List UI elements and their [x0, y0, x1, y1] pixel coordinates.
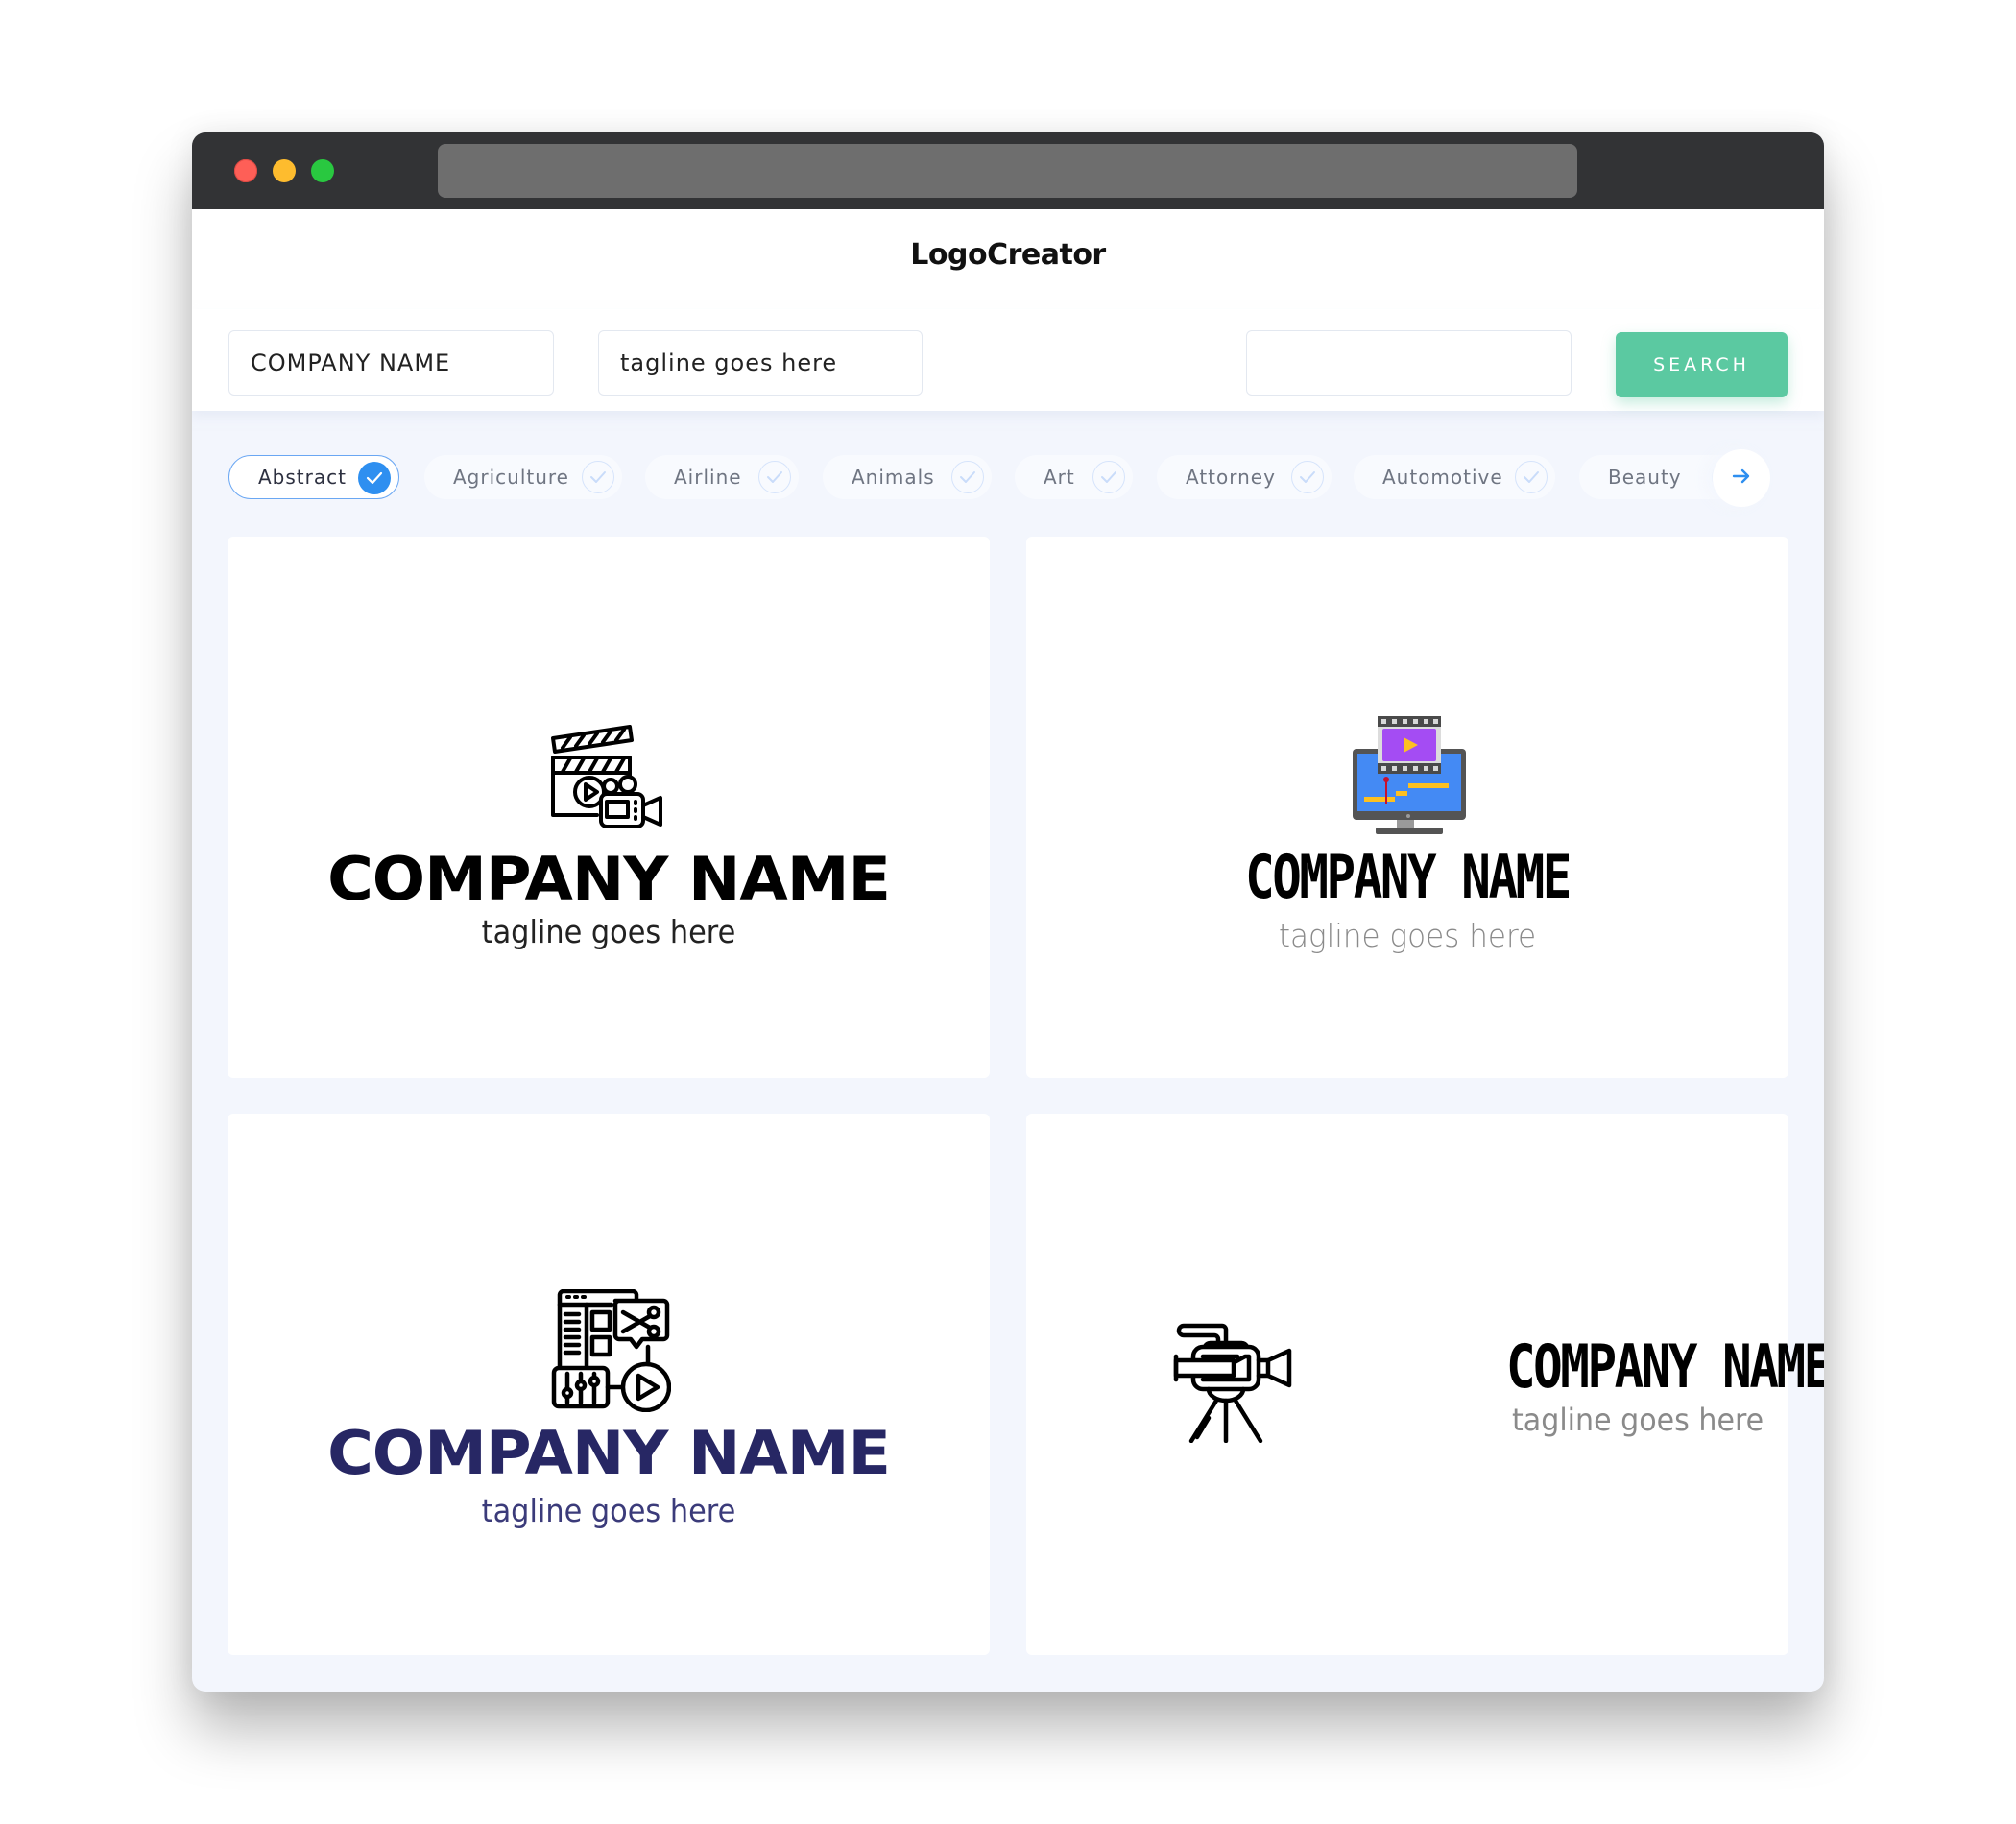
- category-label: Automotive: [1382, 466, 1503, 489]
- arrow-right-icon: [1732, 468, 1751, 488]
- tagline-input[interactable]: [598, 330, 923, 396]
- logo-company-name: COMPANY NAME: [1506, 1332, 1824, 1402]
- category-label: Attorney: [1186, 466, 1276, 489]
- search-button[interactable]: SEARCH: [1616, 332, 1788, 397]
- category-chip-airline[interactable]: Airline: [645, 455, 799, 499]
- close-window-button[interactable]: [234, 159, 257, 182]
- checkmark-icon: [758, 461, 791, 493]
- maximize-window-button[interactable]: [311, 159, 334, 182]
- category-label: Animals: [852, 466, 935, 489]
- category-label: Airline: [674, 466, 742, 489]
- title-bar: [192, 132, 1824, 209]
- category-label: Abstract: [258, 466, 347, 489]
- category-chip-automotive[interactable]: Automotive: [1354, 455, 1555, 499]
- logo-card[interactable]: COMPANY NAME tagline goes here: [1026, 537, 1788, 1078]
- checkmark-icon: [582, 461, 614, 493]
- minimize-window-button[interactable]: [273, 159, 296, 182]
- video-editing-app-icon: [550, 1288, 672, 1416]
- clapperboard-camera-icon: [549, 725, 668, 834]
- checkmark-icon: [1291, 461, 1324, 493]
- app-header: LogoCreator: [192, 209, 1824, 310]
- browser-window: LogoCreator SEARCH Abstract Agriculture …: [192, 132, 1824, 1692]
- search-bar: SEARCH: [192, 309, 1824, 411]
- logo-card[interactable]: COMPANY NAME tagline goes here: [228, 537, 990, 1078]
- checkmark-icon: [358, 462, 391, 494]
- category-label: Agriculture: [453, 466, 569, 489]
- keyword-input[interactable]: [1246, 330, 1572, 396]
- category-label: Art: [1044, 466, 1075, 489]
- logo-tagline: tagline goes here: [481, 1492, 736, 1529]
- logo-tagline: tagline goes here: [1512, 1402, 1764, 1438]
- company-name-input[interactable]: [228, 330, 554, 396]
- checkmark-icon: [1092, 461, 1125, 493]
- logo-company-name: COMPANY NAME: [327, 1418, 891, 1488]
- checkmark-icon: [1515, 461, 1548, 493]
- category-chip-agriculture[interactable]: Agriculture: [424, 455, 622, 499]
- checkmark-icon: [951, 461, 984, 493]
- category-filter-bar: Abstract Agriculture Airline Animals Art…: [192, 449, 1824, 507]
- tripod-video-camera-icon: [1170, 1318, 1297, 1447]
- next-categories-button[interactable]: [1713, 449, 1770, 507]
- monitor-video-editing-icon: [1351, 716, 1466, 841]
- logo-tagline: tagline goes here: [481, 913, 736, 950]
- category-label: Beauty: [1608, 466, 1682, 489]
- logo-card[interactable]: COMPANY NAME tagline goes here: [1026, 1114, 1824, 1655]
- app-title: LogoCreator: [910, 238, 1106, 272]
- logo-tagline: tagline goes here: [1278, 917, 1537, 954]
- category-chip-attorney[interactable]: Attorney: [1157, 455, 1332, 499]
- logo-company-name: COMPANY NAME: [327, 844, 891, 914]
- logo-card[interactable]: COMPANY NAME tagline goes here: [228, 1114, 990, 1655]
- logo-company-name: COMPANY NAME: [1245, 842, 1572, 912]
- category-chip-art[interactable]: Art: [1015, 455, 1133, 499]
- category-chip-animals[interactable]: Animals: [823, 455, 992, 499]
- category-chip-abstract[interactable]: Abstract: [228, 455, 399, 499]
- address-bar[interactable]: [438, 144, 1577, 198]
